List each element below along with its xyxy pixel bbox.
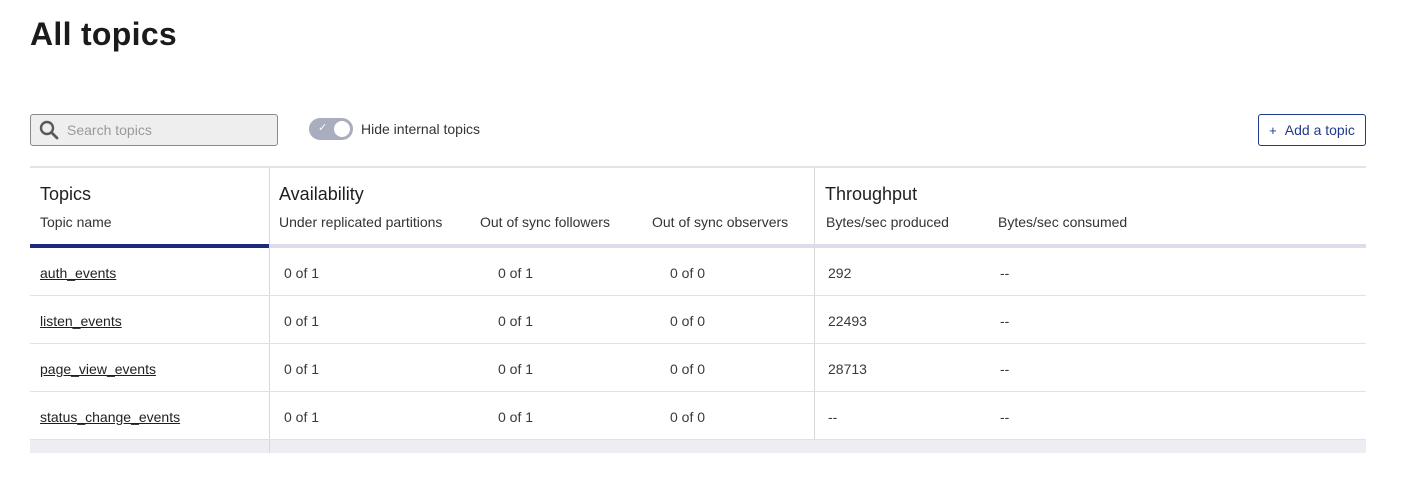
consumed-value: -- (1000, 313, 1010, 329)
followers-value: 0 of 1 (498, 361, 534, 377)
col-out-of-sync-followers[interactable]: Out of sync followers (480, 214, 610, 230)
observers-value: 0 of 0 (670, 409, 706, 425)
column-divider (814, 296, 815, 343)
column-divider (269, 344, 270, 391)
table-row: auth_events 0 of 1 0 of 1 0 of 0 292 -- (30, 248, 1366, 296)
add-topic-label: Add a topic (1284, 122, 1355, 138)
table-row: status_change_events 0 of 1 0 of 1 0 of … (30, 392, 1366, 440)
observers-value: 0 of 0 (670, 313, 706, 329)
toggle-switch[interactable]: ✓ (309, 118, 353, 140)
add-topic-button[interactable]: + Add a topic (1258, 114, 1366, 146)
table-row: page_view_events 0 of 1 0 of 1 0 of 0 28… (30, 344, 1366, 392)
col-bytes-consumed[interactable]: Bytes/sec consumed (998, 214, 1127, 230)
column-divider (269, 392, 270, 439)
column-divider (814, 168, 815, 248)
table-header: Topics Availability Throughput Topic nam… (30, 166, 1366, 248)
observers-value: 0 of 0 (670, 361, 706, 377)
column-divider (269, 440, 270, 453)
column-divider (269, 248, 270, 295)
column-divider (814, 344, 815, 391)
col-bytes-produced[interactable]: Bytes/sec produced (826, 214, 949, 230)
produced-value: 28713 (828, 361, 867, 377)
plus-icon: + (1269, 122, 1277, 138)
hide-internal-topics-toggle[interactable]: ✓ Hide internal topics (309, 118, 480, 140)
group-availability: Availability (279, 184, 364, 204)
column-divider (814, 392, 815, 439)
table-row: listen_events 0 of 1 0 of 1 0 of 0 22493… (30, 296, 1366, 344)
topic-link[interactable]: status_change_events (40, 409, 180, 425)
search-input[interactable] (67, 122, 267, 138)
under-replicated-value: 0 of 1 (284, 409, 320, 425)
search-icon (39, 120, 59, 140)
topic-link[interactable]: listen_events (40, 313, 122, 329)
toggle-knob (334, 121, 350, 137)
col-under-replicated[interactable]: Under replicated partitions (279, 214, 442, 230)
toggle-label: Hide internal topics (361, 121, 481, 137)
under-replicated-value: 0 of 1 (284, 313, 320, 329)
under-replicated-value: 0 of 1 (284, 361, 320, 377)
topic-link[interactable]: auth_events (40, 265, 116, 281)
produced-value: -- (828, 409, 838, 425)
under-replicated-value: 0 of 1 (284, 265, 320, 281)
consumed-value: -- (1000, 409, 1010, 425)
col-out-of-sync-observers[interactable]: Out of sync observers (652, 214, 788, 230)
column-divider (814, 248, 815, 295)
col-topic-name[interactable]: Topic name (40, 214, 112, 230)
topics-table: Topics Availability Throughput Topic nam… (30, 166, 1366, 453)
check-icon: ✓ (318, 122, 328, 134)
table-footer (30, 440, 1366, 453)
followers-value: 0 of 1 (498, 313, 534, 329)
page-title: All topics (30, 16, 178, 52)
followers-value: 0 of 1 (498, 409, 534, 425)
column-divider (269, 168, 270, 248)
group-throughput: Throughput (825, 184, 918, 204)
consumed-value: -- (1000, 265, 1010, 281)
topic-link[interactable]: page_view_events (40, 361, 156, 377)
produced-value: 292 (828, 265, 852, 281)
column-divider (269, 296, 270, 343)
group-topics: Topics (40, 184, 92, 204)
search-box[interactable] (30, 114, 278, 146)
produced-value: 22493 (828, 313, 867, 329)
followers-value: 0 of 1 (498, 265, 534, 281)
observers-value: 0 of 0 (670, 265, 706, 281)
consumed-value: -- (1000, 361, 1010, 377)
